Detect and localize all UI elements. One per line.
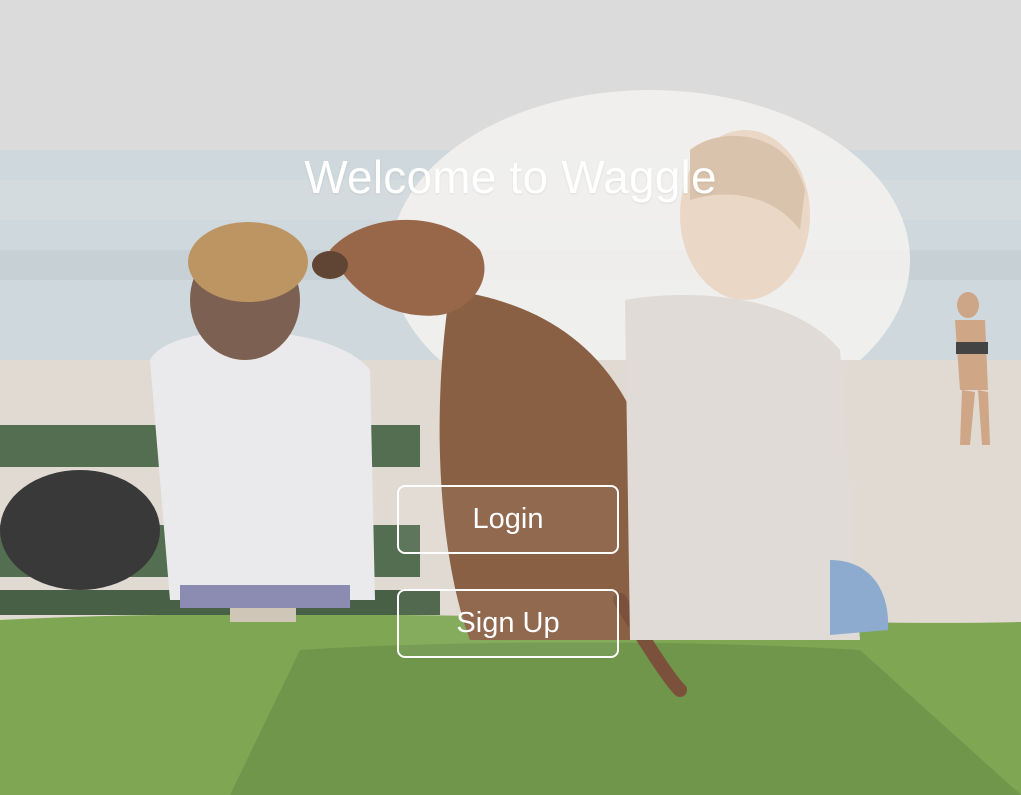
signup-button[interactable]: Sign Up	[397, 589, 619, 658]
page-title: Welcome to Waggle	[304, 151, 717, 203]
hero-section: 56 Welcome to Waggle Login Sign Up	[0, 0, 1021, 795]
beach-background-image: 56	[0, 0, 1021, 795]
login-button[interactable]: Login	[397, 485, 619, 554]
